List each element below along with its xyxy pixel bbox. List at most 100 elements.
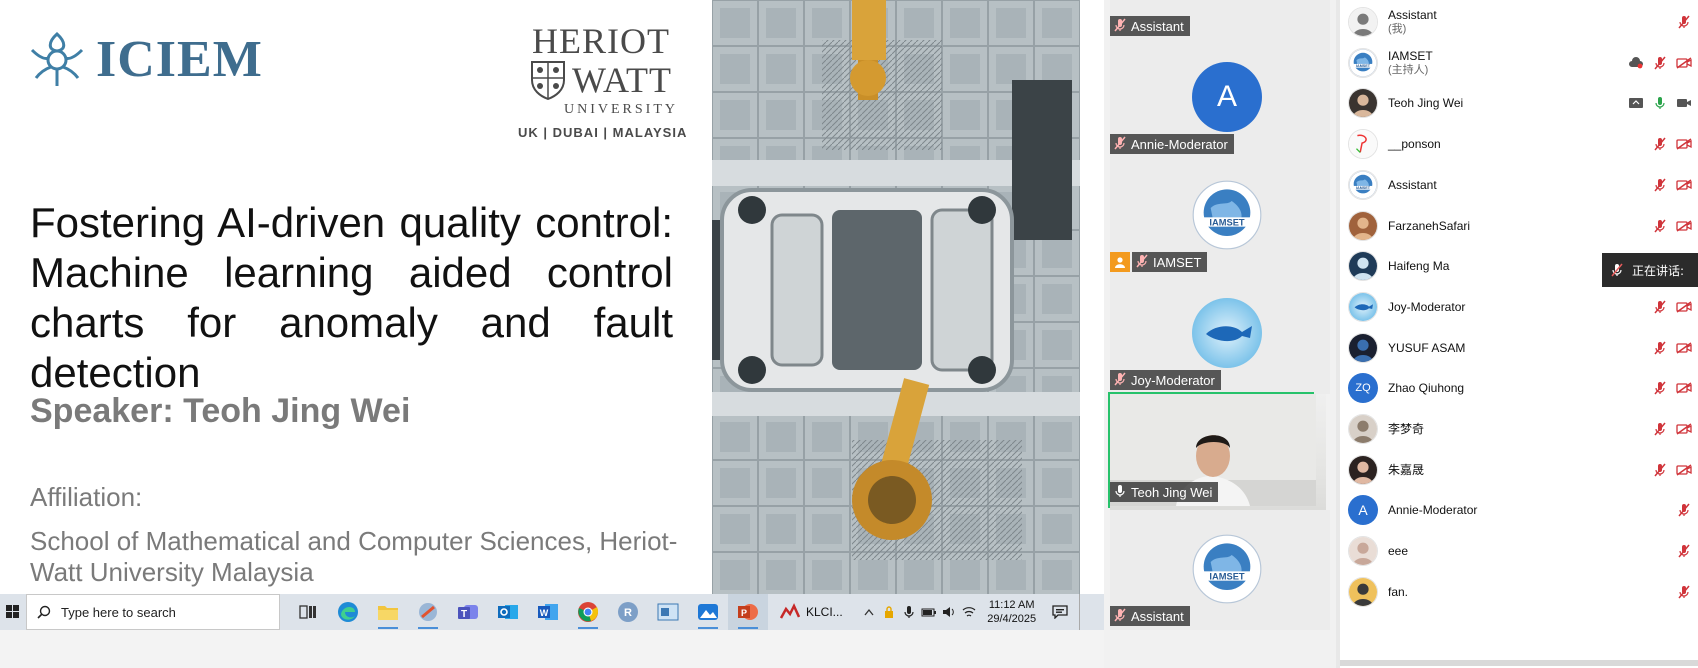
iamset-logo-text: IAMSET: [1356, 186, 1371, 190]
muted-mic-icon[interactable]: [1672, 585, 1696, 599]
participant-row[interactable]: IAMSET Assistant: [1348, 163, 1698, 207]
muted-mic-icon[interactable]: [1648, 300, 1672, 314]
participant-controls: [1648, 285, 1696, 329]
muted-mic-icon: [1114, 608, 1126, 625]
taskbar-powerpoint[interactable]: P: [728, 594, 768, 630]
clock-date: 29/4/2025: [987, 613, 1037, 625]
camera-off-icon[interactable]: [1672, 382, 1696, 394]
muted-mic-icon[interactable]: [1672, 15, 1696, 29]
task-view-button[interactable]: [288, 594, 328, 630]
taskbar-r[interactable]: R: [608, 594, 648, 630]
iamset-logo-text: IAMSET: [1209, 572, 1245, 582]
tray-volume[interactable]: [939, 594, 959, 630]
participant-row[interactable]: __ponson: [1348, 122, 1698, 166]
taskbar-clock[interactable]: 11:12 AM 29/4/2025: [979, 598, 1045, 626]
taskbar-search-box[interactable]: Type here to search: [26, 594, 280, 630]
taskbar-file-explorer[interactable]: [368, 594, 408, 630]
show-desktop-button[interactable]: [1078, 594, 1085, 630]
participant-row[interactable]: A Annie-Moderator: [1348, 488, 1698, 532]
muted-mic-icon[interactable]: [1648, 137, 1672, 151]
participant-avatar: [1348, 536, 1378, 567]
iamset-logo-text: IAMSET: [1209, 218, 1245, 228]
participant-row[interactable]: YUSUF ASAM: [1348, 326, 1698, 370]
participant-row[interactable]: Joy-Moderator: [1348, 285, 1698, 329]
video-gallery: Assistant A Annie-Moderator IAMSET IAMSET Joy…: [1104, 0, 1336, 668]
slide-title: Fostering AI-driven quality control: Mac…: [30, 199, 673, 396]
taskbar-chrome[interactable]: [568, 594, 608, 630]
participant-row[interactable]: eee: [1348, 529, 1698, 573]
participant-role: (我): [1388, 23, 1407, 35]
stock-chart-icon: [780, 603, 800, 619]
taskbar-word[interactable]: W: [528, 594, 568, 630]
muted-mic-icon[interactable]: [1672, 544, 1696, 558]
participant-avatar: [1348, 251, 1378, 282]
video-tile[interactable]: Assistant: [1110, 0, 1330, 40]
camera-off-icon[interactable]: [1672, 179, 1696, 191]
camera-off-icon[interactable]: [1672, 341, 1696, 354]
host-badge: [1110, 252, 1130, 272]
video-tile[interactable]: Teoh Jing Wei: [1108, 392, 1326, 510]
participant-avatar: ZQ: [1348, 373, 1378, 404]
camera-off-icon[interactable]: [1672, 423, 1696, 435]
participant-name: __ponson: [1388, 137, 1441, 152]
taskbar-outlook[interactable]: [488, 594, 528, 630]
camera-off-icon[interactable]: [1672, 464, 1696, 476]
participant-avatar: IAMSET: [1348, 169, 1378, 200]
participant-row[interactable]: FarzanehSafari: [1348, 204, 1698, 248]
start-button[interactable]: [0, 594, 26, 630]
mic-icon[interactable]: [1648, 96, 1672, 110]
iciem-logo: ICIEM: [26, 30, 263, 90]
tray-expand-button[interactable]: [859, 594, 879, 630]
taskbar-edge[interactable]: [328, 594, 368, 630]
video-tile[interactable]: Joy-Moderator: [1110, 274, 1330, 394]
notification-icon: [1052, 605, 1068, 619]
camera-off-icon[interactable]: [1672, 219, 1696, 232]
muted-mic-icon[interactable]: [1648, 422, 1672, 436]
search-icon: [37, 605, 51, 619]
taskbar-photos[interactable]: [688, 594, 728, 630]
camera-off-icon[interactable]: [1672, 301, 1696, 313]
participant-role: (主持人): [1388, 63, 1429, 76]
muted-mic-icon[interactable]: [1648, 219, 1672, 233]
taskbar-snipping-tool[interactable]: [408, 594, 448, 630]
participant-row[interactable]: 李梦奇: [1348, 407, 1698, 451]
taskbar-generic-app[interactable]: [648, 594, 688, 630]
muted-mic-icon[interactable]: [1648, 381, 1672, 395]
muted-mic-icon[interactable]: [1648, 463, 1672, 477]
muted-mic-icon: [1114, 136, 1126, 153]
muted-mic-icon[interactable]: [1672, 503, 1696, 517]
participant-row[interactable]: fan.: [1348, 570, 1698, 614]
camera-off-icon[interactable]: [1672, 138, 1696, 150]
participant-avatar: [1348, 454, 1378, 485]
tile-name: Joy-Moderator: [1131, 372, 1215, 388]
tray-network[interactable]: [959, 594, 979, 630]
muted-mic-icon[interactable]: [1648, 341, 1672, 355]
blank-area: [0, 630, 1104, 668]
notification-center-button[interactable]: [1045, 594, 1075, 630]
tile-name-label: Assistant: [1110, 606, 1190, 626]
taskbar-teams[interactable]: T: [448, 594, 488, 630]
windows-logo-icon: [6, 605, 19, 618]
tile-name-label: Teoh Jing Wei: [1110, 482, 1219, 502]
affiliation-label: Affiliation:: [30, 482, 143, 512]
tray-lock[interactable]: [879, 594, 899, 630]
participant-controls: [1648, 407, 1696, 451]
video-tile[interactable]: IAMSET Assistant: [1110, 510, 1330, 630]
video-tile[interactable]: IAMSET IAMSET: [1110, 156, 1330, 276]
participant-avatar: [1348, 7, 1378, 37]
participant-list-scrollbar[interactable]: [1340, 660, 1698, 666]
participant-row[interactable]: 朱嘉晟: [1348, 448, 1698, 492]
muted-mic-icon[interactable]: [1648, 178, 1672, 192]
camera-icon[interactable]: [1672, 97, 1696, 109]
participant-name: fan.: [1388, 584, 1409, 599]
tray-battery[interactable]: [919, 594, 939, 630]
participant-row[interactable]: ZQ Zhao Qiuhong: [1348, 366, 1698, 410]
participant-row[interactable]: Assistant (我): [1348, 0, 1698, 44]
klci-widget[interactable]: KLCI...: [774, 594, 849, 630]
participant-row[interactable]: Teoh Jing Wei: [1348, 81, 1698, 125]
camera-off-icon[interactable]: [1672, 57, 1696, 69]
participant-row[interactable]: IAMSET IAMSET (主持人): [1348, 41, 1698, 85]
video-tile[interactable]: A Annie-Moderator: [1110, 38, 1330, 158]
muted-mic-icon[interactable]: [1648, 56, 1672, 70]
tray-mic[interactable]: [899, 594, 919, 630]
